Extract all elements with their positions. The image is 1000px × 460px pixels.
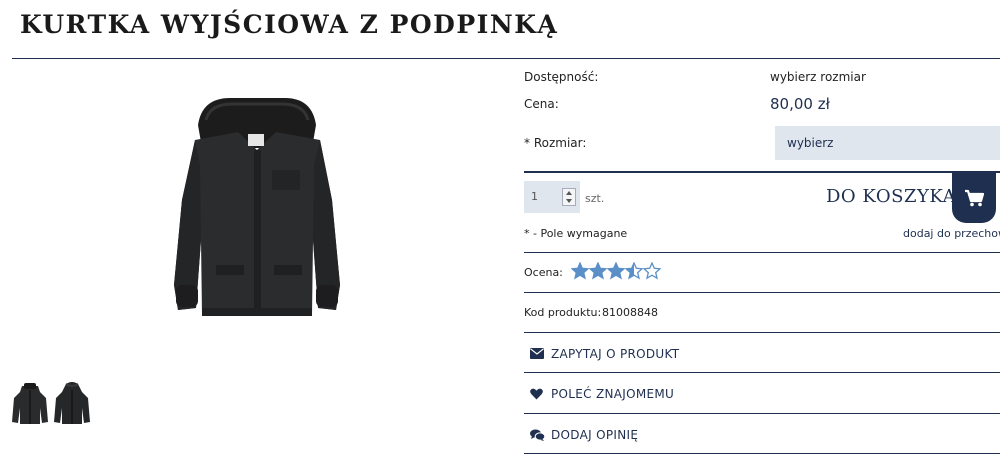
product-code-value: 81008848 [602, 306, 658, 319]
star-icon[interactable] [589, 262, 607, 280]
action-label: POLEĆ ZNAJOMEMU [551, 387, 675, 401]
quantity-stepper[interactable] [562, 188, 576, 206]
star-icon[interactable] [625, 262, 643, 280]
star-icon[interactable] [643, 262, 661, 280]
divider [524, 413, 1000, 414]
product-thumbnail[interactable] [10, 378, 50, 428]
size-label: * Rozmiar: [524, 136, 587, 150]
availability-label: Dostępność: [524, 70, 599, 84]
envelope-icon [530, 348, 544, 359]
quantity-unit: szt. [585, 192, 605, 205]
required-note: * - Pole wymagane [524, 227, 628, 240]
product-main-image [174, 98, 340, 316]
price-value: 80,00 zł [770, 95, 830, 113]
product-code-label: Kod produktu: [524, 306, 602, 319]
add-to-cart-icon-button[interactable] [952, 173, 996, 223]
size-select[interactable]: wybierz [775, 126, 1000, 160]
action-label: DODAJ OPINIĘ [551, 428, 639, 442]
divider [524, 171, 1000, 173]
divider [524, 372, 1000, 373]
divider [524, 292, 1000, 293]
product-thumbnail[interactable] [52, 378, 92, 428]
divider [524, 332, 1000, 333]
chat-bubbles-icon [530, 429, 545, 441]
action-label: ZAPYTAJ O PRODUKT [551, 347, 680, 361]
add-to-storage-link[interactable]: dodaj do przechowa [903, 227, 1000, 240]
price-label: Cena: [524, 97, 559, 111]
divider [524, 453, 1000, 454]
add-to-cart-button[interactable]: DO KOSZYKA [826, 186, 956, 207]
title-divider [12, 58, 1000, 59]
availability-value: wybierz rozmiar [770, 70, 866, 84]
rating-stars[interactable] [571, 262, 661, 282]
heart-icon [530, 388, 543, 400]
divider [524, 252, 1000, 253]
page-title: KURTKA WYJŚCIOWA Z PODPINKĄ [20, 10, 559, 39]
cart-icon [965, 189, 984, 207]
star-icon[interactable] [607, 262, 625, 280]
star-icon[interactable] [571, 262, 589, 280]
rating-label: Ocena: [524, 266, 563, 279]
